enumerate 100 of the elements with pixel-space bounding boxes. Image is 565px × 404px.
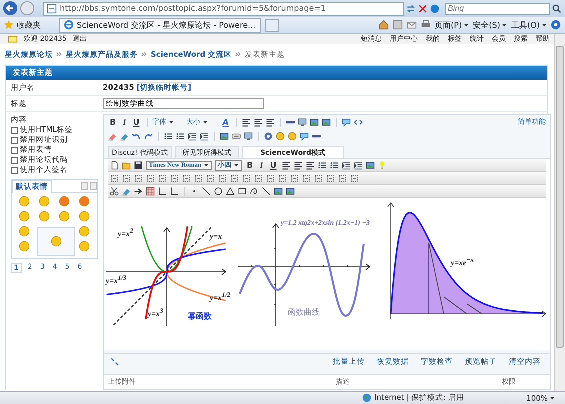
paint-icon[interactable] — [122, 186, 131, 196]
indent-icon[interactable] — [188, 132, 197, 140]
image-icon[interactable] — [220, 132, 229, 140]
resize-icon[interactable] — [110, 357, 120, 367]
emoticon-icon[interactable] — [18, 196, 30, 207]
math-icon[interactable] — [134, 174, 143, 182]
align-icon[interactable] — [294, 160, 303, 170]
eraser-icon[interactable] — [108, 132, 117, 140]
search-icon[interactable] — [552, 4, 562, 14]
emoticon-icon[interactable] — [38, 196, 50, 207]
indent-icon[interactable] — [354, 160, 363, 170]
browser-tab[interactable]: ScienceWord 交流区 - 星火燎原论坛 - Powere... — [59, 18, 261, 32]
math-icon[interactable] — [146, 174, 155, 182]
math-icon[interactable] — [266, 174, 275, 182]
math-icon[interactable] — [230, 174, 239, 182]
format-button[interactable]: I — [121, 118, 128, 126]
image-icon[interactable] — [366, 160, 375, 170]
format-button[interactable]: U — [131, 118, 142, 126]
list-icon[interactable] — [164, 132, 173, 140]
list-icon[interactable] — [330, 160, 339, 170]
undo-icon[interactable] — [132, 132, 141, 140]
quote-icon[interactable] — [342, 118, 351, 126]
format-button[interactable]: U — [268, 160, 279, 170]
align-icon[interactable] — [242, 118, 251, 126]
curve-icon[interactable] — [250, 186, 259, 196]
indent-icon[interactable] — [200, 132, 209, 140]
open-icon[interactable] — [122, 160, 131, 170]
math-icon[interactable] — [350, 174, 359, 182]
format-button[interactable]: I — [258, 160, 266, 170]
search-field[interactable]: Bing — [445, 2, 550, 14]
menu-button[interactable]: 工具(O) — [511, 20, 547, 30]
math-icon[interactable] — [182, 174, 191, 182]
scrollbar[interactable] — [554, 34, 565, 391]
math-icon[interactable] — [278, 174, 287, 182]
triangle-icon[interactable] — [226, 186, 235, 196]
image-icon[interactable] — [310, 118, 319, 126]
math-icon[interactable] — [122, 174, 131, 182]
home-icon[interactable] — [379, 20, 390, 30]
math-icon[interactable] — [254, 174, 263, 182]
new-icon[interactable] — [110, 160, 119, 170]
image-icon[interactable] — [286, 186, 295, 196]
list-icon[interactable] — [176, 132, 185, 140]
math-icon[interactable] — [242, 174, 251, 182]
math-icon[interactable] — [302, 174, 311, 182]
math-icon[interactable] — [206, 174, 215, 182]
paint-icon[interactable] — [120, 132, 129, 140]
align-icon[interactable] — [266, 118, 275, 126]
list-icon[interactable] — [318, 160, 327, 170]
indent-icon[interactable] — [342, 160, 351, 170]
mail-icon[interactable] — [407, 20, 418, 30]
printer-icon[interactable] — [421, 20, 432, 30]
grid-icon[interactable] — [146, 186, 155, 196]
math-icon[interactable] — [158, 174, 167, 182]
circle-icon[interactable] — [214, 186, 223, 196]
math-icon[interactable] — [338, 174, 347, 182]
format-button[interactable]: B — [245, 160, 256, 170]
align-icon[interactable] — [282, 160, 291, 170]
quote-icon[interactable] — [300, 132, 309, 140]
media-icon[interactable] — [244, 132, 253, 140]
math-icon[interactable] — [218, 174, 227, 182]
align-icon[interactable] — [254, 118, 263, 126]
math-icon[interactable] — [194, 174, 203, 182]
emoticon-icon[interactable] — [38, 211, 50, 222]
help-icon[interactable] — [551, 20, 561, 30]
emoticon-icon[interactable] — [18, 226, 30, 237]
arrow-icon[interactable] — [134, 186, 143, 196]
save-icon[interactable] — [134, 160, 143, 170]
menu-button[interactable]: 安全(S) — [473, 20, 508, 30]
scissors-icon[interactable] — [110, 186, 119, 196]
emoticon-icon[interactable] — [59, 196, 70, 207]
line-icon[interactable] — [202, 186, 211, 196]
emoticon-icon[interactable] — [79, 226, 90, 237]
address-field[interactable]: http://bbs.symtone.com/posttopic.aspx?forumid=5&forumpage=1 — [43, 2, 404, 16]
code-icon[interactable] — [354, 118, 363, 126]
format-button[interactable]: B — [108, 118, 118, 126]
math-icon[interactable] — [290, 174, 299, 182]
math-icon[interactable] — [110, 174, 119, 182]
emoticon-icon[interactable] — [79, 211, 90, 222]
back-icon[interactable] — [3, 1, 18, 16]
media-icon[interactable] — [298, 118, 307, 126]
close-icon[interactable] — [418, 4, 428, 14]
square-icon[interactable] — [238, 186, 247, 196]
align-icon[interactable] — [306, 160, 315, 170]
math-icon[interactable] — [326, 174, 335, 182]
line-icon[interactable] — [262, 186, 271, 196]
feed-icon[interactable] — [393, 20, 404, 30]
emoticon-icon[interactable] — [59, 211, 70, 222]
math-icon[interactable] — [170, 174, 179, 182]
font-color-button[interactable]: A — [220, 118, 231, 126]
favorites-button[interactable]: 收藏夹 — [4, 20, 41, 30]
emoticon-icon[interactable] — [18, 241, 30, 252]
emoticon-icon[interactable] — [79, 196, 90, 207]
redo-icon[interactable] — [144, 132, 153, 140]
menu-button[interactable]: 页面(P) — [435, 20, 470, 30]
emoticon-icon[interactable] — [18, 211, 30, 222]
emoticon-icon[interactable] — [79, 241, 90, 252]
image-icon[interactable] — [274, 186, 283, 196]
math-icon[interactable] — [314, 174, 323, 182]
image-icon[interactable] — [322, 118, 331, 126]
refresh-icon[interactable] — [406, 4, 416, 14]
